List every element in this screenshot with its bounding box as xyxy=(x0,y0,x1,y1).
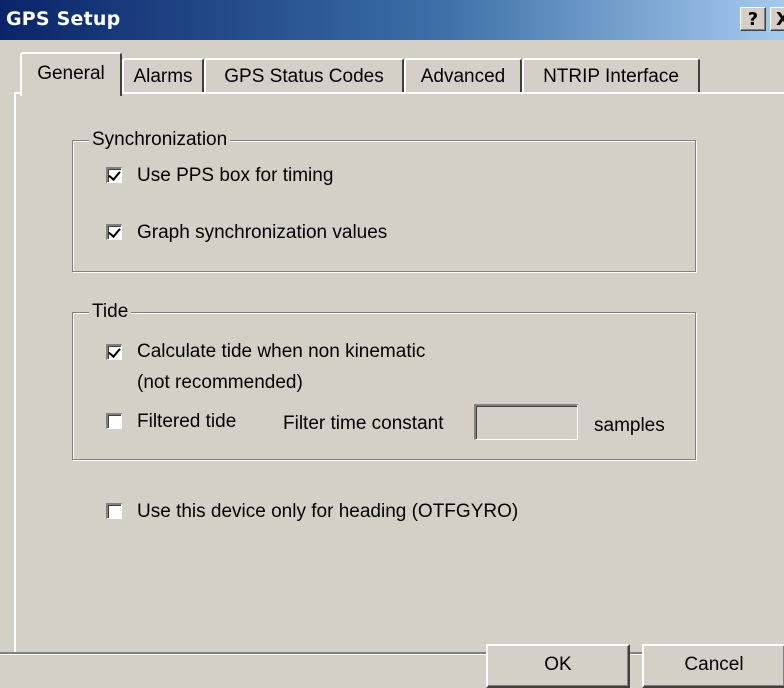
tab-alarms[interactable]: Alarms xyxy=(122,58,204,94)
close-button[interactable]: X xyxy=(770,7,784,31)
general-tab-panel xyxy=(14,92,784,652)
ok-button[interactable]: OK xyxy=(486,644,630,688)
cancel-button[interactable]: Cancel xyxy=(642,644,784,688)
help-button[interactable]: ? xyxy=(740,7,766,31)
tab-advanced[interactable]: Advanced xyxy=(404,58,522,94)
title-bar: GPS Setup ? X xyxy=(0,0,784,40)
tab-ntrip-interface[interactable]: NTRIP Interface xyxy=(522,58,700,94)
tab-general[interactable]: General xyxy=(20,52,122,96)
window-title: GPS Setup xyxy=(6,8,121,30)
tab-gps-status-codes[interactable]: GPS Status Codes xyxy=(204,58,404,94)
